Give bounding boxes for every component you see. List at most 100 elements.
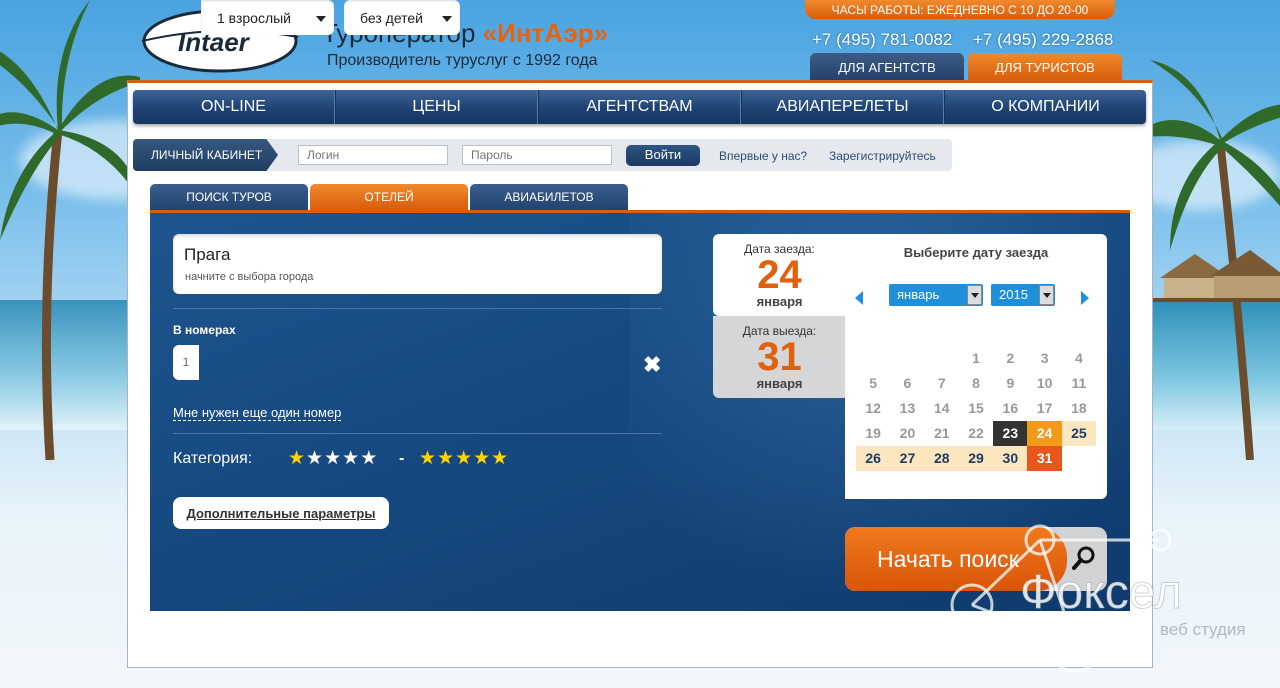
calendar-day-15[interactable]: 15 <box>959 396 993 421</box>
city-value: Прага <box>184 245 231 264</box>
calendar-day-1[interactable]: 1 <box>959 346 993 371</box>
room-number: 1 <box>173 345 199 380</box>
nav-item-online[interactable]: ON-LINE <box>133 90 335 124</box>
phone-1[interactable]: +7 (495) 781-0082 <box>812 30 952 50</box>
calendar-empty-cell <box>925 346 959 371</box>
nav-item-flights[interactable]: АВИАПЕРЕЛЕТЫ <box>741 90 944 124</box>
tab-for-tourists[interactable]: ДЛЯ ТУРИСТОВ <box>968 53 1122 81</box>
calendar-day-3[interactable]: 3 <box>1027 346 1061 371</box>
calendar-day-27[interactable]: 27 <box>890 446 925 471</box>
calendar-day-23[interactable]: 23 <box>993 421 1028 446</box>
stars-to-rating[interactable]: ★★★★★ <box>419 447 509 470</box>
calendar-day-6[interactable]: 6 <box>890 371 924 396</box>
calendar-day-30[interactable]: 30 <box>993 446 1028 471</box>
personal-cabinet-label: ЛИЧНЫЙ КАБИНЕТ <box>133 139 278 171</box>
tab-tour-search[interactable]: ПОИСК ТУРОВ <box>150 184 308 210</box>
calendar-day-14[interactable]: 14 <box>925 396 959 421</box>
nav-item-prices[interactable]: ЦЕНЫ <box>335 90 538 124</box>
star-icon[interactable]: ★ <box>288 448 306 469</box>
calendar-day-9[interactable]: 9 <box>993 371 1027 396</box>
calendar-day-8[interactable]: 8 <box>959 371 993 396</box>
calendar-empty-cell <box>856 346 890 371</box>
calendar-day-16[interactable]: 16 <box>993 396 1027 421</box>
checkin-month: января <box>756 294 803 309</box>
tab-flight-tickets[interactable]: АВИАБИЛЕТОВ <box>470 184 628 210</box>
calendar-day-24[interactable]: 24 <box>1027 421 1062 446</box>
star-icon[interactable]: ★ <box>306 448 324 469</box>
chevron-down-icon <box>967 285 982 305</box>
calendar-day-31[interactable]: 31 <box>1027 446 1062 471</box>
calendar-title: Выберите дату заезда <box>903 245 1049 260</box>
register-link[interactable]: Зарегистрируйтесь <box>829 149 936 163</box>
calendar-day-19[interactable]: 19 <box>856 421 890 446</box>
main-nav: ON-LINE ЦЕНЫ АГЕНТСТВАМ АВИАПЕРЕЛЕТЫ О К… <box>133 90 1146 124</box>
remove-room-icon[interactable]: ✖ <box>643 352 661 378</box>
calendar-day-2[interactable]: 2 <box>993 346 1027 371</box>
first-time-link[interactable]: Впервые у нас? <box>719 149 807 163</box>
calendar-empty-cell <box>890 346 924 371</box>
star-icon[interactable]: ★ <box>324 448 342 469</box>
checkout-day: 31 <box>757 335 802 379</box>
category-label: Категория: <box>173 450 253 467</box>
divider <box>173 433 662 434</box>
extra-params-button[interactable]: Дополнительные параметры <box>173 497 389 529</box>
adults-value: 1 взрослый <box>217 10 291 26</box>
login-input[interactable] <box>298 145 448 165</box>
login-button[interactable]: Войти <box>626 145 700 166</box>
divider <box>173 308 662 309</box>
calendar-day-17[interactable]: 17 <box>1027 396 1061 421</box>
chevron-down-icon <box>1039 285 1054 305</box>
checkout-date-box[interactable]: Дата выезда: 31 января <box>713 316 846 398</box>
password-input[interactable] <box>462 145 612 165</box>
calendar-day-5[interactable]: 5 <box>856 371 890 396</box>
calendar-day-25[interactable]: 25 <box>1061 421 1097 446</box>
month-value: январь <box>897 287 940 302</box>
nav-item-agencies[interactable]: АГЕНТСТВАМ <box>538 90 741 124</box>
calendar-day-22[interactable]: 22 <box>959 421 993 446</box>
calendar-day-7[interactable]: 7 <box>925 371 959 396</box>
checkin-day: 24 <box>757 253 802 297</box>
calendar-day-28[interactable]: 28 <box>924 446 959 471</box>
adults-select[interactable]: 1 взрослый <box>201 0 334 35</box>
start-search-button[interactable]: Начать поиск <box>845 527 1107 591</box>
nav-item-about[interactable]: О КОМПАНИИ <box>944 90 1146 124</box>
stars-from-rating[interactable]: ★★★★★ <box>288 447 378 470</box>
star-icon[interactable]: ★ <box>342 448 360 469</box>
city-input[interactable]: Прага начните с выбора города <box>173 234 662 294</box>
year-select[interactable]: 2015 <box>991 284 1055 306</box>
children-select[interactable]: без детей <box>344 0 460 35</box>
city-hint: начните с выбора города <box>185 271 314 283</box>
prev-month-arrow-icon[interactable] <box>855 291 863 305</box>
tab-for-agencies[interactable]: ДЛЯ АГЕНТСТВ <box>810 53 964 81</box>
chevron-down-icon <box>316 16 326 22</box>
month-select[interactable]: январь <box>889 284 983 306</box>
calendar-day-21[interactable]: 21 <box>925 421 959 446</box>
calendar-day-12[interactable]: 12 <box>856 396 890 421</box>
calendar-day-13[interactable]: 13 <box>890 396 924 421</box>
star-icon[interactable]: ★ <box>360 448 378 469</box>
login-bar: ЛИЧНЫЙ КАБИНЕТ Войти Впервые у нас? Заре… <box>133 139 952 171</box>
calendar: Выберите дату заезда январь 2015 1234567… <box>845 234 1107 499</box>
slogan: Производитель туруслуг с 1992 года <box>327 52 598 69</box>
chevron-down-icon <box>442 16 452 22</box>
calendar-day-26[interactable]: 26 <box>856 446 891 471</box>
working-hours-badge: ЧАСЫ РАБОТЫ: ЕЖЕДНЕВНО С 10 ДО 20-00 <box>805 0 1115 19</box>
phone-2[interactable]: +7 (495) 229-2868 <box>973 30 1113 50</box>
calendar-day-29[interactable]: 29 <box>958 446 994 471</box>
next-month-arrow-icon[interactable] <box>1081 291 1089 305</box>
calendar-day-4[interactable]: 4 <box>1062 346 1096 371</box>
calendar-grid: 1 2 3 4 5 6 7 8 9 10 11 12 13 14 15 16 17 18 19 20 21 22 23 24 2… <box>856 346 1097 471</box>
bungalow-illustration <box>1150 250 1280 302</box>
tab-hotels[interactable]: ОТЕЛЕЙ <box>310 184 468 210</box>
calendar-day-18[interactable]: 18 <box>1062 396 1096 421</box>
calendar-day-10[interactable]: 10 <box>1027 371 1061 396</box>
calendar-empty-cell <box>1062 446 1096 471</box>
palm-tree-left <box>0 0 140 460</box>
checkin-date-box[interactable]: Дата заезда: 24 января <box>713 234 846 316</box>
add-room-link[interactable]: Мне нужен еще один номер <box>173 405 342 421</box>
calendar-day-11[interactable]: 11 <box>1062 371 1096 396</box>
checkout-month: января <box>756 376 803 391</box>
year-value: 2015 <box>999 287 1028 302</box>
svg-text:веб студия: веб студия <box>1160 620 1246 639</box>
calendar-day-20[interactable]: 20 <box>890 421 924 446</box>
